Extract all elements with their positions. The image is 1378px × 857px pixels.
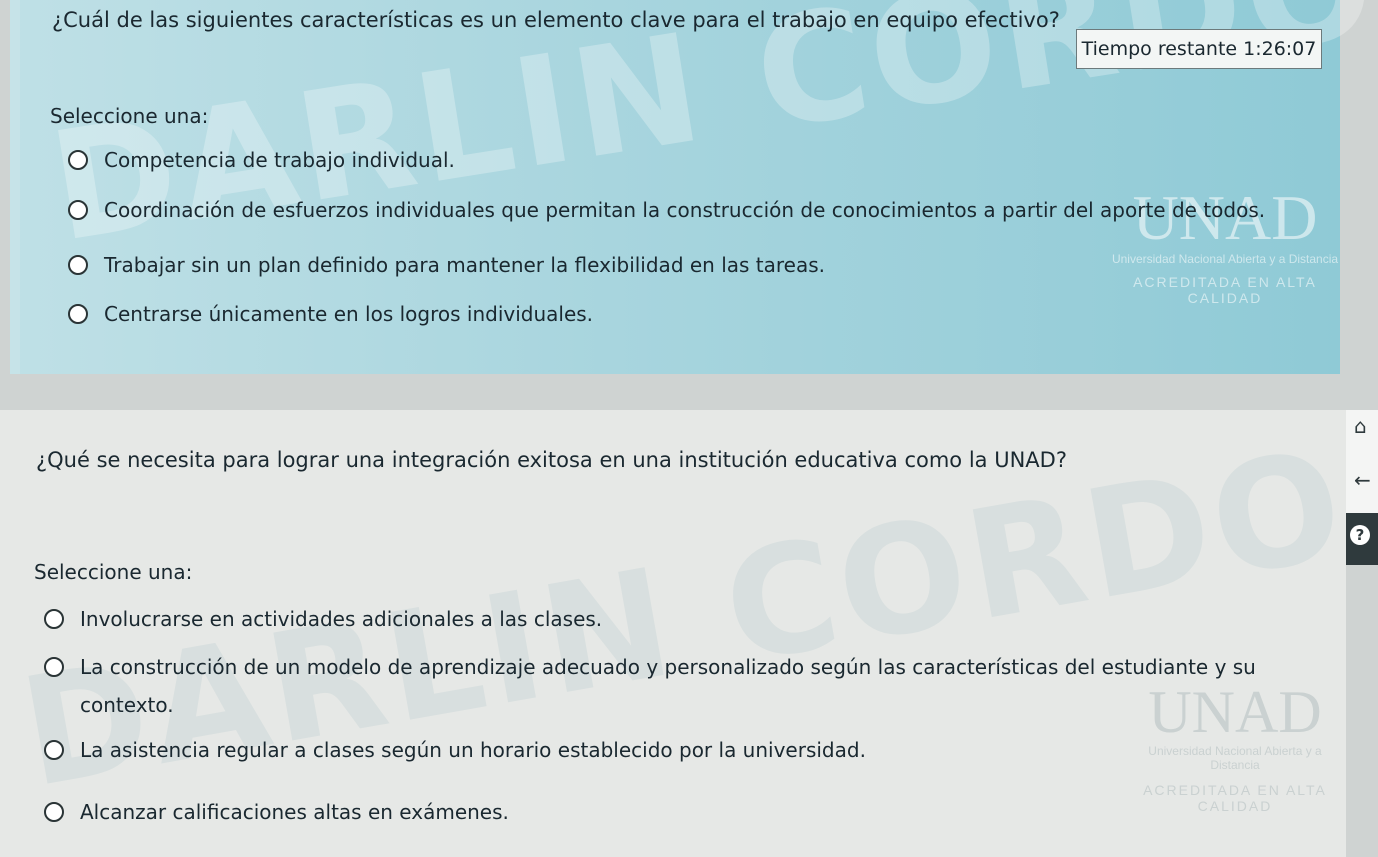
radio-button[interactable] <box>68 150 88 170</box>
radio-button[interactable] <box>44 657 64 677</box>
radio-button[interactable] <box>68 200 88 220</box>
question-2-card: DARLIN CORDOBA MARTINEZ UNAD Universidad… <box>0 210 1378 857</box>
question-1-text: ¿Cuál de las siguientes características … <box>52 8 1060 32</box>
option-label: Alcanzar calificaciones altas en exámene… <box>80 800 509 824</box>
quiz-page: DARLIN CORDOBA MARTINEZ UNAD Universidad… <box>0 0 1378 857</box>
option-label: Involucrarse en actividades adicionales … <box>80 607 603 631</box>
radio-button[interactable] <box>68 255 88 275</box>
q2-option-4[interactable]: Alcanzar calificaciones altas en exámene… <box>44 800 509 824</box>
q2-option-1[interactable]: Involucrarse en actividades adicionales … <box>44 607 602 631</box>
back-arrow-icon[interactable]: ← <box>1354 468 1371 492</box>
help-icon[interactable]: ? <box>1350 525 1370 545</box>
help-panel: ? <box>1346 513 1378 565</box>
option-label: La asistencia regular a clases según un … <box>80 738 866 762</box>
q2-option-2[interactable]: La construcción de un modelo de aprendiz… <box>44 648 1264 724</box>
select-label-1: Seleccione una: <box>50 104 209 128</box>
side-navigation: ⌂ ← ? <box>1346 410 1378 565</box>
timer-value: 1:26:07 <box>1243 38 1317 60</box>
radio-button[interactable] <box>68 304 88 324</box>
timer-label: Tiempo restante <box>1081 38 1238 60</box>
home-icon[interactable]: ⌂ <box>1354 414 1367 438</box>
q2-option-3[interactable]: La asistencia regular a clases según un … <box>44 738 866 762</box>
radio-button[interactable] <box>44 740 64 760</box>
option-label: Competencia de trabajo individual. <box>104 148 455 172</box>
q1-option-3[interactable]: Trabajar sin un plan definido para mante… <box>68 253 825 277</box>
card-left-strip <box>10 0 20 374</box>
option-label: Trabajar sin un plan definido para mante… <box>104 253 826 277</box>
question-2-text: ¿Qué se necesita para lograr una integra… <box>36 448 1067 472</box>
option-label: Centrarse únicamente en los logros indiv… <box>104 302 594 326</box>
select-label-2: Seleccione una: <box>34 560 193 584</box>
question-1-card: DARLIN CORDOBA MARTINEZ UNAD Universidad… <box>10 0 1378 374</box>
option-label: La construcción de un modelo de aprendiz… <box>80 655 1256 717</box>
radio-button[interactable] <box>44 609 64 629</box>
timer-box: Tiempo restante 1:26:07 <box>1076 29 1322 69</box>
option-label: Coordinación de esfuerzos individuales q… <box>104 198 1266 222</box>
radio-button[interactable] <box>44 802 64 822</box>
q1-option-2[interactable]: Coordinación de esfuerzos individuales q… <box>68 198 1265 222</box>
q1-option-1[interactable]: Competencia de trabajo individual. <box>68 148 455 172</box>
q1-option-4[interactable]: Centrarse únicamente en los logros indiv… <box>68 302 593 326</box>
